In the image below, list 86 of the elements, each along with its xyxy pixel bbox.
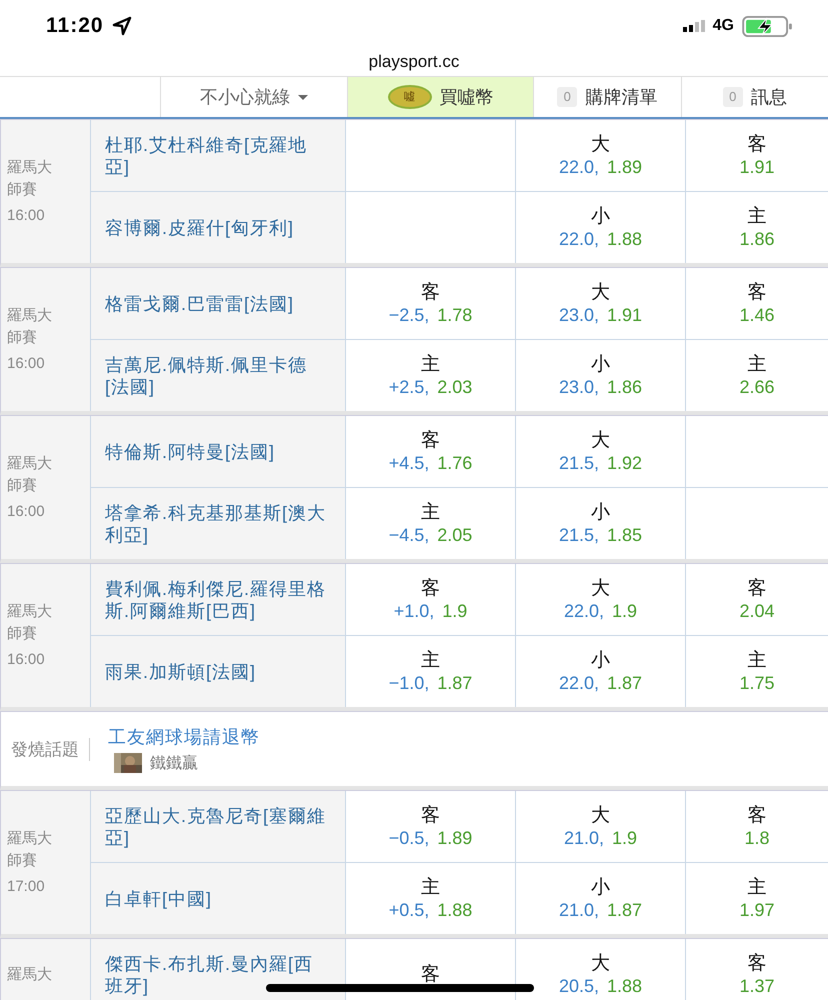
clock: 11:20 <box>46 14 104 38</box>
odds-value[interactable]: 22.0, 1.9 <box>564 600 638 622</box>
bet-side: 大 <box>591 430 610 452</box>
odds-value[interactable]: 1.97 <box>739 898 775 920</box>
odds-value[interactable]: 1.46 <box>739 304 775 326</box>
league-name: 羅馬大師賽 <box>7 828 53 870</box>
bet-side: 主 <box>421 354 440 376</box>
odds-value[interactable]: −1.0, 1.87 <box>388 672 472 694</box>
count-badge: 0 <box>557 87 578 107</box>
league-name: 羅馬大師賽 <box>7 454 53 496</box>
odds-value[interactable]: 1.8 <box>744 826 770 848</box>
odds-value[interactable]: 22.0, 1.89 <box>558 156 642 178</box>
bet-side: 主 <box>748 650 766 672</box>
bet-side: 大 <box>591 578 610 600</box>
caret-icon <box>298 94 308 100</box>
odds-value[interactable]: 23.0, 1.86 <box>558 376 642 398</box>
odds-value[interactable]: 1.91 <box>739 156 775 178</box>
odds-value[interactable]: 21.5, 1.85 <box>558 524 642 546</box>
odds-value[interactable]: 2.04 <box>739 600 775 622</box>
odds-value[interactable]: 23.0, 1.91 <box>558 304 642 326</box>
bet-side: 主 <box>748 354 766 376</box>
bet-side: 主 <box>421 876 440 898</box>
odds-value[interactable]: +0.5, 1.88 <box>388 898 472 920</box>
section-label: 發燒話題 <box>1 738 90 760</box>
battery-icon <box>742 16 794 36</box>
bet-side: 小 <box>591 650 610 672</box>
nav-tab[interactable]: 0 訊息 <box>680 77 828 117</box>
odds-value[interactable]: +1.0, 1.9 <box>394 600 468 622</box>
buy-coins-tab[interactable]: 噓 買噓幣 <box>347 77 533 117</box>
bet-side: 客 <box>421 282 440 304</box>
coin-icon: 噓 <box>388 85 432 109</box>
odds-value[interactable]: 22.0, 1.87 <box>558 672 642 694</box>
bet-side: 小 <box>591 206 610 228</box>
bet-side: 大 <box>591 282 610 304</box>
odds-value[interactable]: 21.0, 1.87 <box>558 898 642 920</box>
odds-value[interactable]: 2.66 <box>739 376 775 398</box>
odds-value[interactable]: 1.75 <box>739 672 775 694</box>
bet-side: 客 <box>748 578 766 600</box>
signal-icon <box>682 20 705 32</box>
match-time: 16:00 <box>7 502 46 522</box>
bet-side: 客 <box>748 952 766 974</box>
bet-side: 小 <box>591 876 610 898</box>
network-label: 4G <box>712 17 734 35</box>
bet-side: 客 <box>748 134 766 156</box>
odds-value[interactable]: 22.0, 1.88 <box>558 228 642 250</box>
league-name: 羅馬大師賽 <box>7 306 53 348</box>
match-time: 16:00 <box>7 650 46 670</box>
league-name: 羅馬大師賽 <box>7 158 53 200</box>
odds-value[interactable]: 20.5, 1.88 <box>558 974 642 996</box>
bet-side: 小 <box>591 354 610 376</box>
league-name: 羅馬大師賽 <box>7 602 53 644</box>
bet-side: 小 <box>591 502 610 524</box>
location-arrow-icon <box>112 16 132 36</box>
bet-side: 客 <box>748 804 766 826</box>
odds-value[interactable]: −0.5, 1.89 <box>388 826 472 848</box>
odds-value[interactable]: +2.5, 2.03 <box>388 376 472 398</box>
odds-value[interactable]: 1.37 <box>739 974 775 996</box>
bet-side: 大 <box>591 804 610 826</box>
match-time: 16:00 <box>7 206 46 226</box>
bet-side: 主 <box>748 876 766 898</box>
count-badge: 0 <box>722 87 743 107</box>
url-label: playsport.cc <box>368 52 460 73</box>
bet-side: 客 <box>421 804 440 826</box>
bet-side: 客 <box>421 578 440 600</box>
bet-side: 主 <box>748 206 766 228</box>
bet-side: 主 <box>421 650 440 672</box>
odds-value[interactable]: 21.5, 1.92 <box>558 452 642 474</box>
player-name[interactable]: 雨果.加斯頓[法國] <box>105 660 256 682</box>
odds-value[interactable]: 21.0, 1.9 <box>564 826 638 848</box>
bet-side: 主 <box>421 502 440 524</box>
bet-side: 客 <box>421 430 440 452</box>
odds-value[interactable]: −2.5, 1.78 <box>388 304 472 326</box>
odds-value[interactable]: +4.5, 1.76 <box>388 452 472 474</box>
bet-side: 客 <box>748 282 766 304</box>
bet-side: 大 <box>591 952 610 974</box>
league-name: 羅馬大 <box>7 964 53 984</box>
bet-side: 大 <box>591 134 610 156</box>
match-time: 17:00 <box>7 876 46 896</box>
bet-side: 客 <box>421 964 440 986</box>
odds-value[interactable]: −4.5, 2.05 <box>388 524 472 546</box>
nav-tab[interactable]: 0 購牌清單 <box>533 77 680 117</box>
topic-link[interactable]: 工友網球場請退幣 <box>108 724 260 748</box>
match-time: 16:00 <box>7 354 46 374</box>
odds-value[interactable]: 1.86 <box>739 228 775 250</box>
author-name: 鐵鐵贏 <box>150 754 198 774</box>
player-name[interactable]: 白卓軒[中國] <box>105 888 212 910</box>
